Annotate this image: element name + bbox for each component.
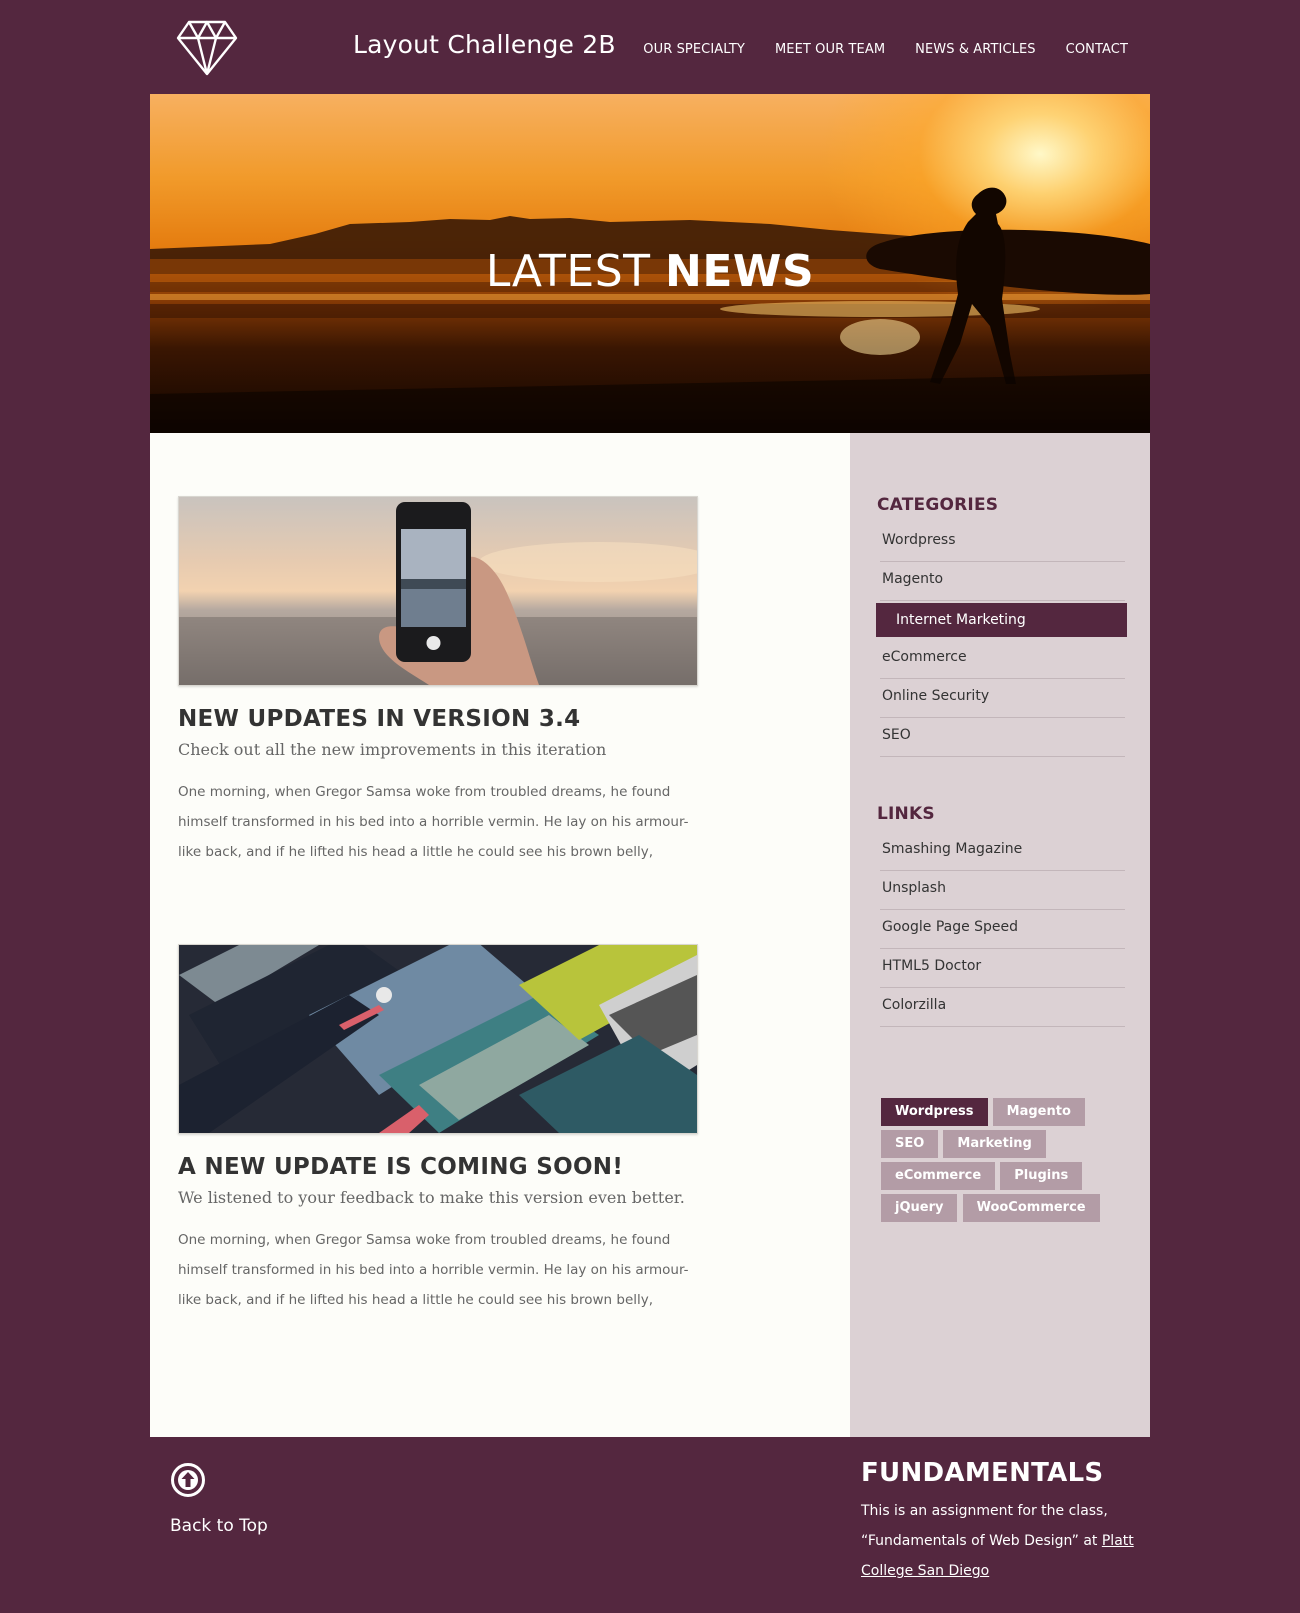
hero-banner: LATEST NEWS — [150, 94, 1150, 433]
category-item-ecommerce[interactable]: eCommerce — [880, 640, 1125, 679]
site-title[interactable]: Layout Challenge 2B — [353, 30, 616, 59]
app-screens-image — [179, 945, 697, 1133]
link-item-html5-doctor[interactable]: HTML5 Doctor — [880, 949, 1125, 988]
tag-wordpress[interactable]: Wordpress — [881, 1098, 988, 1126]
post-title[interactable]: NEW UPDATES IN VERSION 3.4 — [178, 706, 698, 732]
sidebar: CATEGORIES Wordpress Magento Internet Ma… — [850, 433, 1150, 1437]
back-to-top-label[interactable]: Back to Top — [170, 1516, 280, 1536]
footer-heading: FUNDAMENTALS — [861, 1458, 1104, 1488]
post-subtitle: We listened to your feedback to make thi… — [178, 1188, 685, 1207]
phone-photo-image — [179, 497, 697, 685]
main-content: NEW UPDATES IN VERSION 3.4 Check out all… — [150, 433, 850, 1437]
category-item-wordpress[interactable]: Wordpress — [880, 523, 1125, 562]
post-subtitle: Check out all the new improvements in th… — [178, 740, 607, 759]
back-to-top-link[interactable]: Back to Top — [170, 1462, 280, 1536]
diamond-icon[interactable] — [176, 20, 238, 76]
category-item-magento[interactable]: Magento — [880, 562, 1125, 601]
link-item-colorzilla[interactable]: Colorzilla — [880, 988, 1125, 1027]
link-item-smashing-magazine[interactable]: Smashing Magazine — [880, 832, 1125, 871]
link-item-google-page-speed[interactable]: Google Page Speed — [880, 910, 1125, 949]
post-image-app-screens[interactable] — [178, 944, 698, 1134]
tag-jquery[interactable]: jQuery — [881, 1194, 958, 1222]
hero-title-bold: NEWS — [665, 246, 815, 297]
tag-ecommerce[interactable]: eCommerce — [881, 1162, 996, 1190]
post-article: NEW UPDATES IN VERSION 3.4 Check out all… — [178, 496, 698, 867]
categories-heading: CATEGORIES — [877, 495, 999, 515]
nav-our-specialty[interactable]: OUR SPECIALTY — [643, 42, 745, 57]
tag-cloud: Wordpress Magento SEO Marketing eCommerc… — [881, 1098, 1101, 1226]
links-heading: LINKS — [877, 804, 935, 824]
tag-magento[interactable]: Magento — [992, 1098, 1085, 1126]
hero-title: LATEST NEWS — [150, 246, 1150, 297]
nav-news-articles[interactable]: NEWS & ARTICLES — [915, 42, 1036, 57]
nav-meet-our-team[interactable]: MEET OUR TEAM — [775, 42, 885, 57]
links-list: Smashing Magazine Unsplash Google Page S… — [880, 832, 1125, 1027]
tag-plugins[interactable]: Plugins — [1000, 1162, 1083, 1190]
link-item-unsplash[interactable]: Unsplash — [880, 871, 1125, 910]
nav-contact[interactable]: CONTACT — [1066, 42, 1128, 57]
category-item-online-security[interactable]: Online Security — [880, 679, 1125, 718]
site-header: Layout Challenge 2B OUR SPECIALTY MEET O… — [0, 0, 1300, 94]
tag-marketing[interactable]: Marketing — [943, 1130, 1046, 1158]
category-item-internet-marketing[interactable]: Internet Marketing — [876, 603, 1127, 637]
tag-woocommerce[interactable]: WooCommerce — [962, 1194, 1100, 1222]
category-item-seo[interactable]: SEO — [880, 718, 1125, 757]
post-title[interactable]: A NEW UPDATE IS COMING SOON! — [178, 1154, 698, 1180]
post-body: One morning, when Gregor Samsa woke from… — [178, 784, 689, 860]
categories-list: Wordpress Magento Internet Marketing eCo… — [876, 523, 1127, 757]
footer-fundamentals: FUNDAMENTALS This is an assignment for t… — [861, 1458, 1141, 1586]
post-image-phone-sunset[interactable] — [178, 496, 698, 686]
footer-text-body: This is an assignment for the class, “Fu… — [861, 1503, 1108, 1549]
arrow-up-circle-icon[interactable] — [170, 1462, 206, 1498]
footer-text: This is an assignment for the class, “Fu… — [861, 1496, 1141, 1586]
post-body: One morning, when Gregor Samsa woke from… — [178, 1232, 689, 1308]
main-nav: OUR SPECIALTY MEET OUR TEAM NEWS & ARTIC… — [643, 42, 1128, 57]
hero-title-light: LATEST — [485, 246, 666, 297]
tag-seo[interactable]: SEO — [881, 1130, 939, 1158]
post-article: A NEW UPDATE IS COMING SOON! We listened… — [178, 944, 698, 1315]
